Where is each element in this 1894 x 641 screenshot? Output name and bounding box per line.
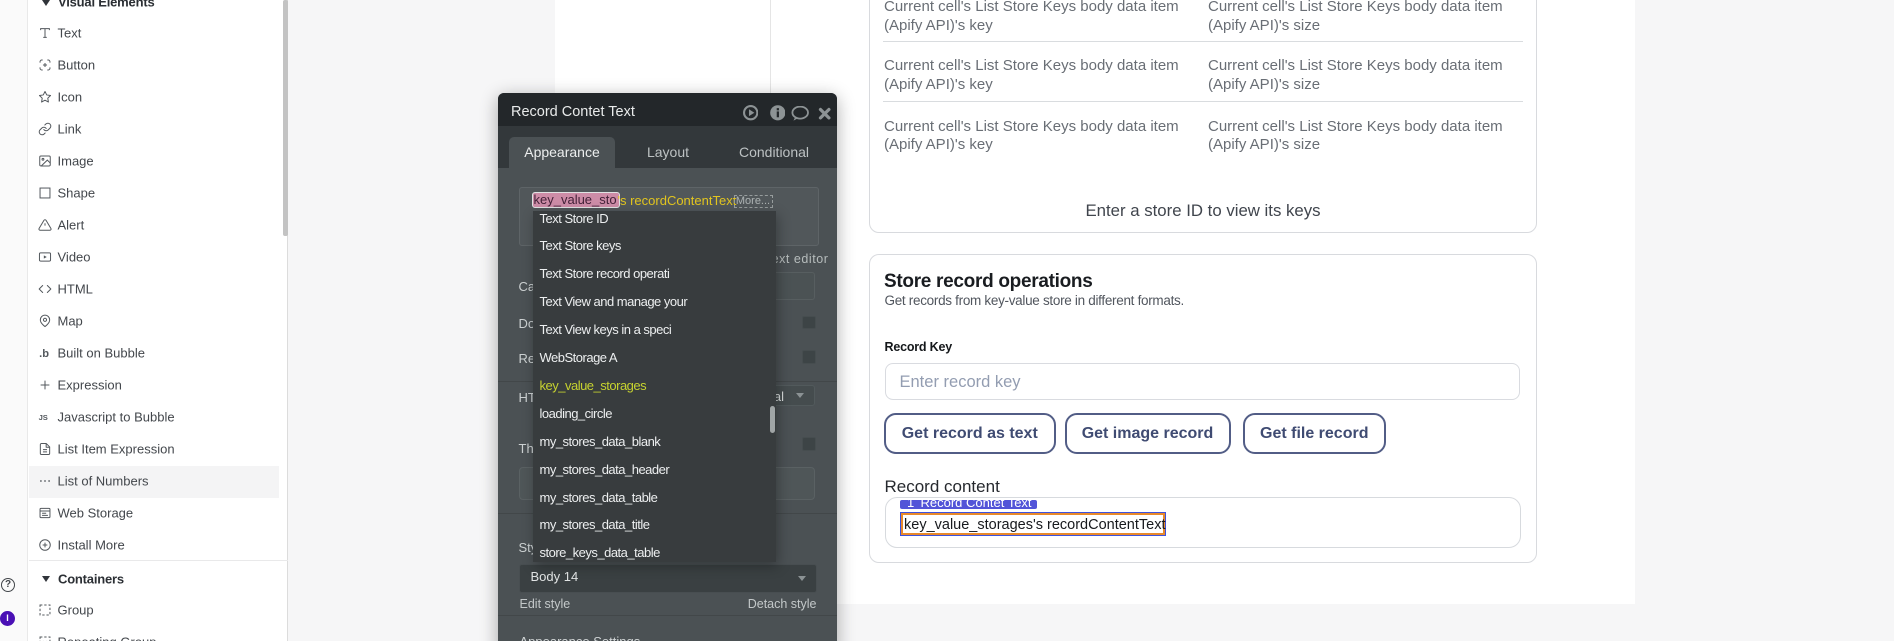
svg-text:JS: JS	[39, 412, 48, 421]
svg-text:.b: .b	[39, 348, 49, 360]
